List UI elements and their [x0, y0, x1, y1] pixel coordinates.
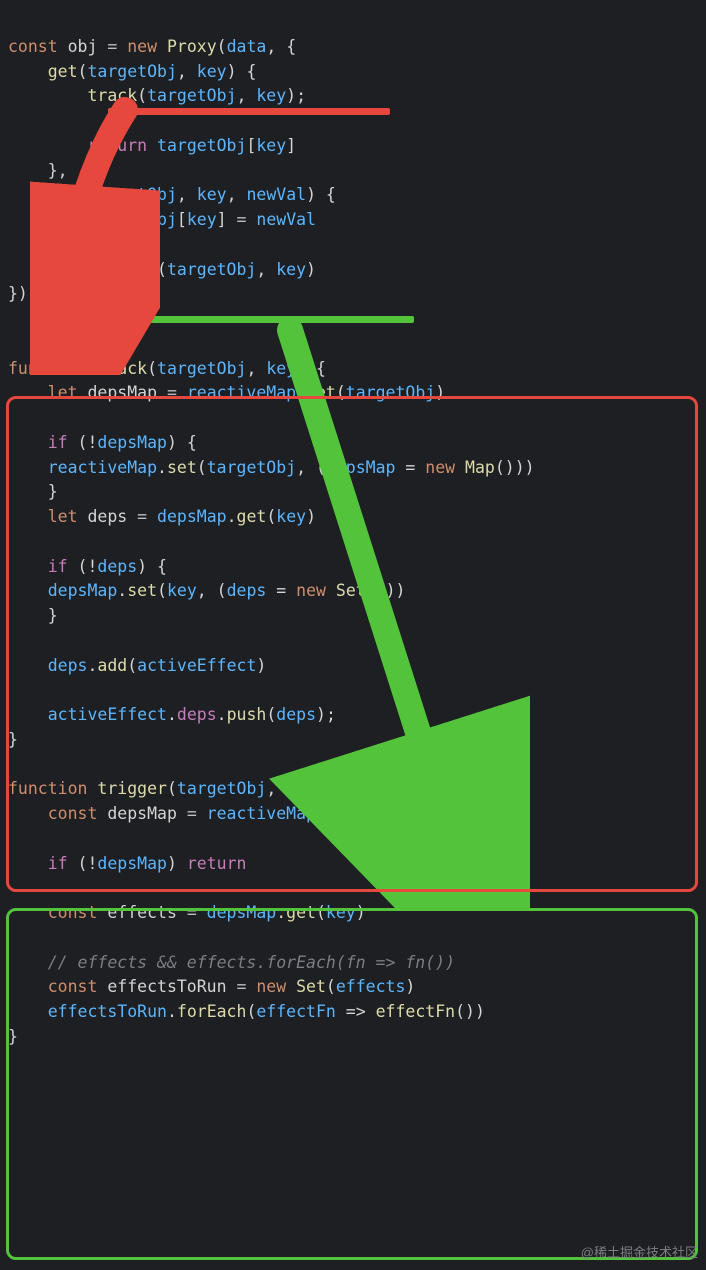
watermark-text: @稀土掘金技术社区 [581, 1243, 698, 1263]
trigger-underline [112, 316, 414, 323]
keyword: const [8, 37, 58, 56]
code-block: const obj = new Proxy(data, { get(target… [0, 0, 706, 1060]
track-underline [108, 108, 390, 115]
